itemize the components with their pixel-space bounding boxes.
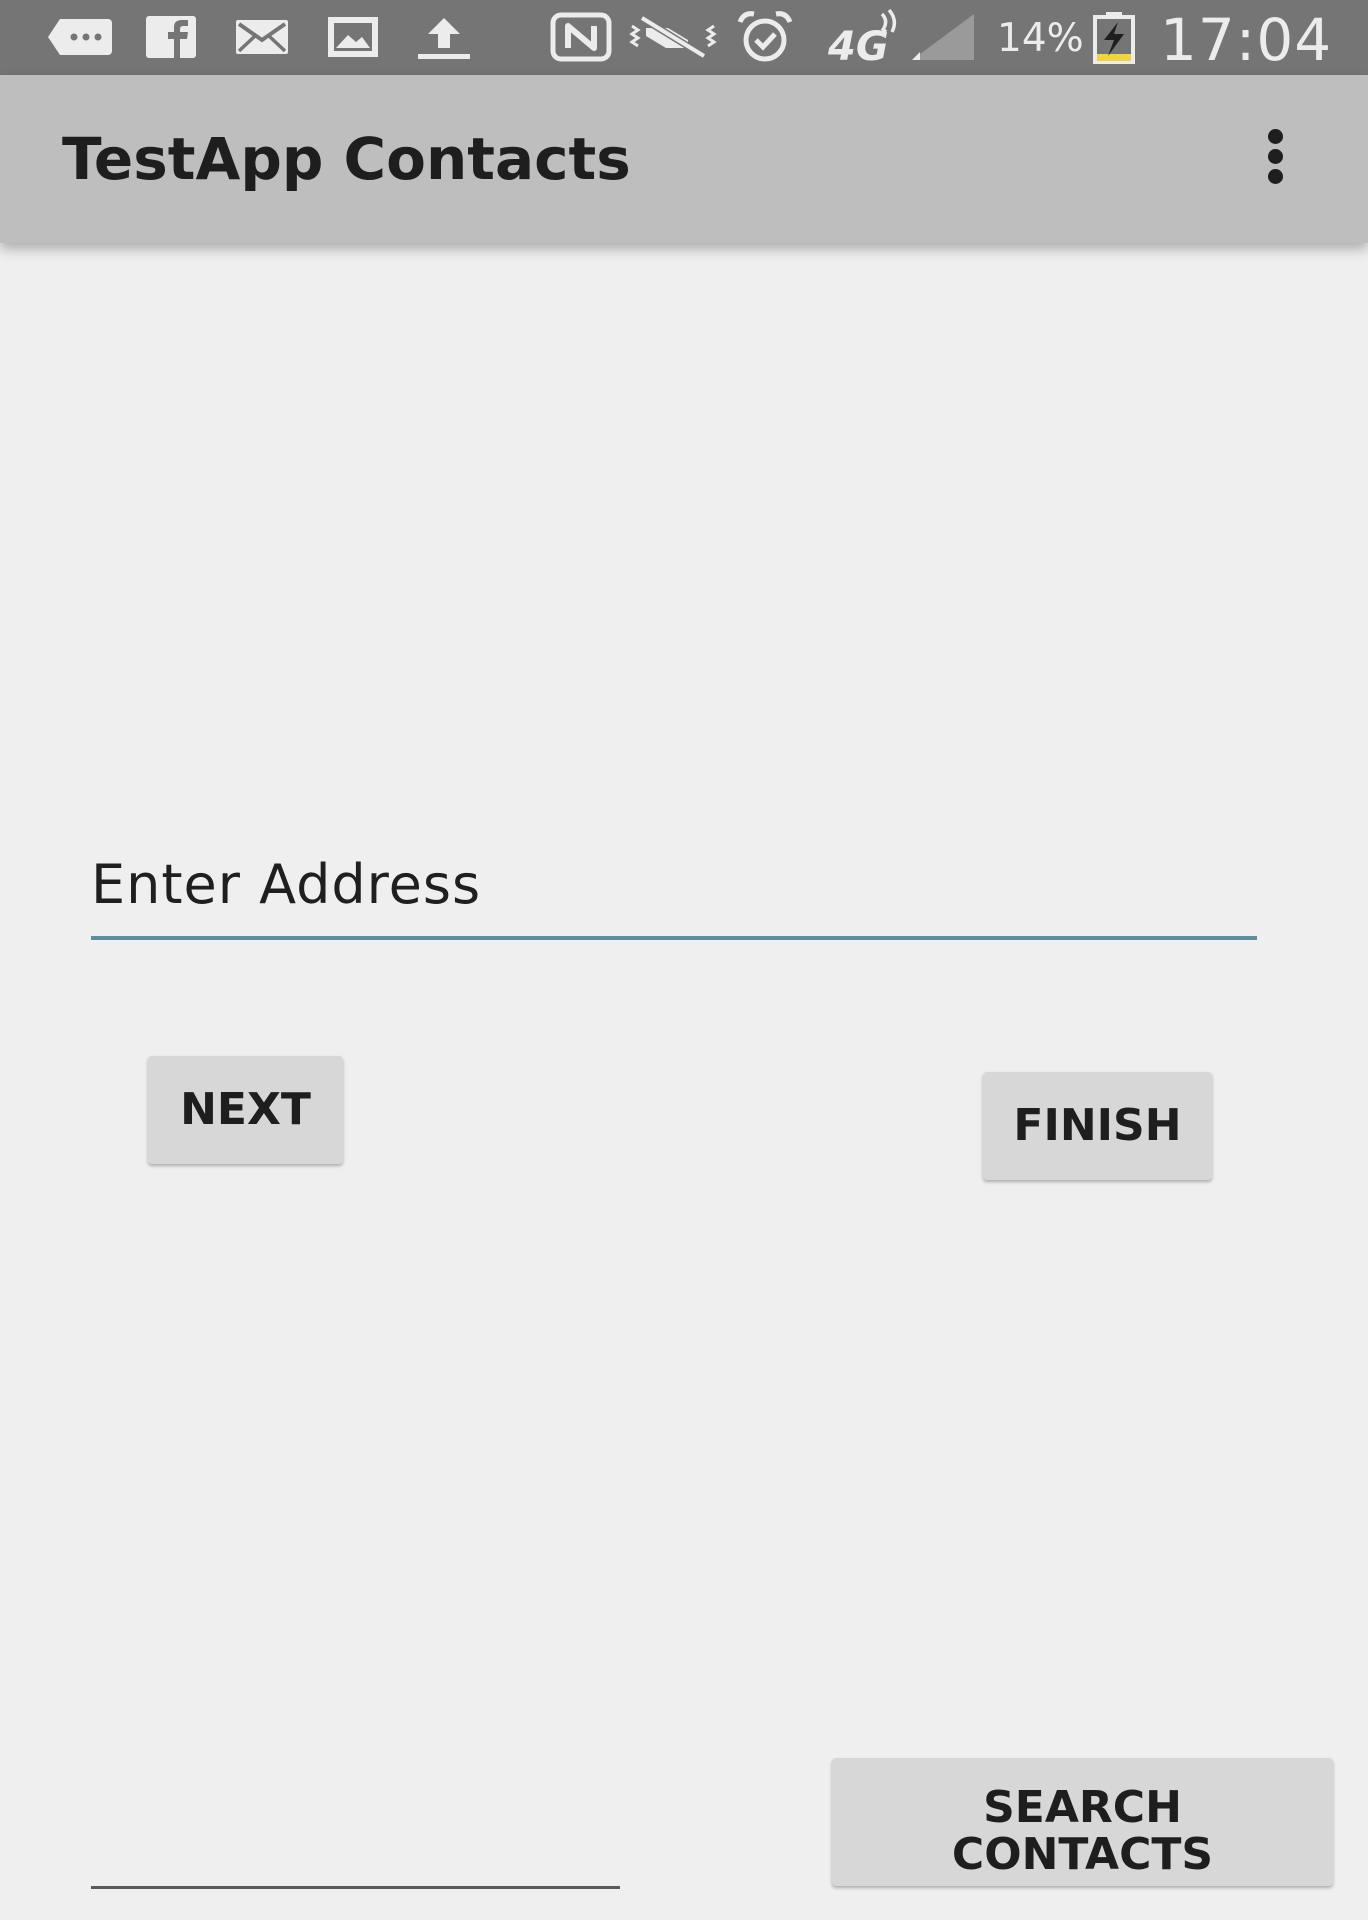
overflow-menu-icon[interactable]	[1250, 127, 1302, 187]
screen: 4G 14% 17:04 TestApp Contacts Enter Addr…	[0, 0, 1368, 1920]
finish-button[interactable]: FINISH	[983, 1072, 1212, 1180]
nfc-icon	[550, 12, 612, 62]
search-contacts-label-line1: SEARCH	[983, 1781, 1182, 1833]
address-underline	[91, 936, 1257, 940]
svg-text:4G: 4G	[827, 24, 889, 64]
contact-search-underline	[91, 1886, 620, 1889]
search-contacts-label-line2: CONTACTS	[951, 1828, 1214, 1880]
search-contacts-button[interactable]: SEARCH CONTACTS	[832, 1758, 1333, 1886]
battery-percent: 14%	[997, 16, 1084, 61]
message-icon	[46, 16, 114, 58]
contact-search-field	[91, 1800, 620, 1892]
gallery-icon	[326, 15, 380, 59]
facebook-icon	[144, 14, 198, 60]
vibrate-mute-icon	[628, 12, 718, 62]
upload-icon	[414, 14, 474, 62]
next-button[interactable]: NEXT	[148, 1056, 343, 1164]
signal-icon	[910, 12, 976, 62]
address-field	[91, 836, 1257, 942]
battery-charging-icon	[1092, 10, 1136, 64]
app-bar: TestApp Contacts	[0, 75, 1368, 243]
contact-search-input[interactable]	[91, 1800, 620, 1884]
address-input[interactable]	[91, 836, 1257, 932]
network-4g-icon: 4G	[826, 8, 906, 64]
app-title: TestApp Contacts	[62, 125, 631, 193]
email-icon	[234, 18, 290, 56]
status-bar: 4G 14% 17:04	[0, 0, 1368, 75]
clock: 17:04	[1160, 6, 1333, 74]
alarm-icon	[736, 10, 794, 64]
